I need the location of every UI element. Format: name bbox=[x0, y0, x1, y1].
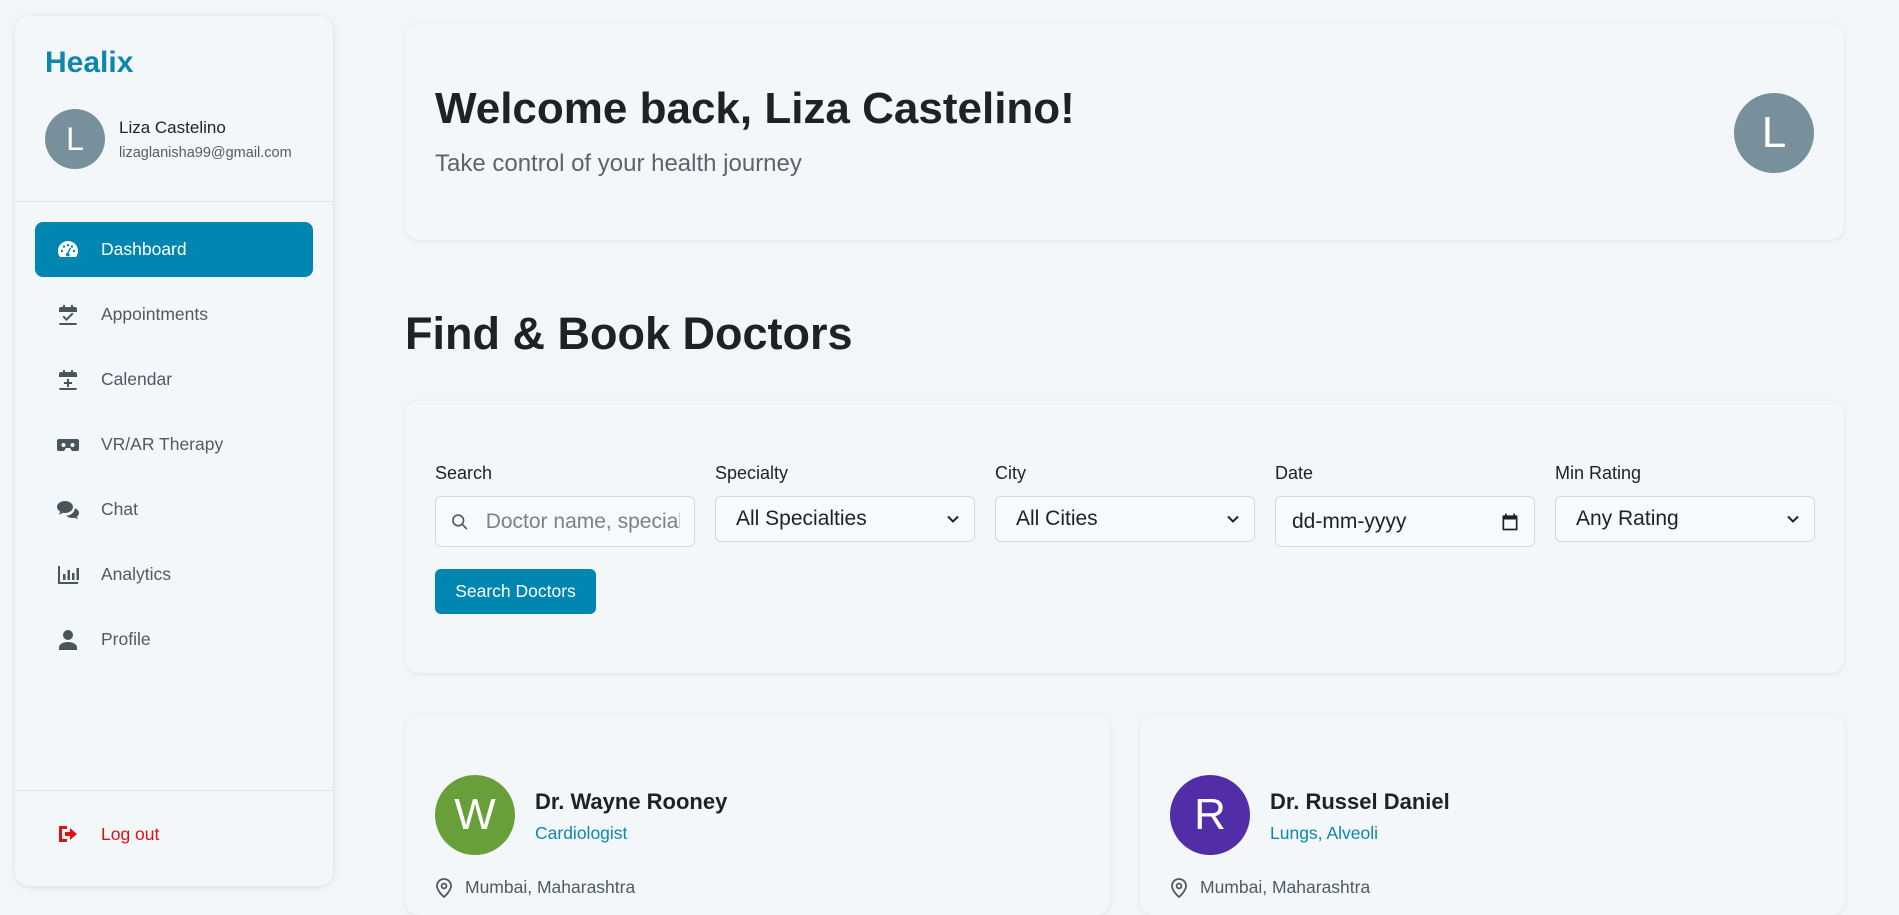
doctor-name: Dr. Wayne Rooney bbox=[535, 789, 728, 814]
sidebar-item-label: Profile bbox=[101, 629, 151, 649]
bar-chart-icon bbox=[55, 562, 81, 588]
sidebar-item-calendar[interactable]: Calendar bbox=[35, 352, 313, 407]
rating-field: Min Rating Any Rating bbox=[1555, 463, 1815, 542]
search-icon bbox=[452, 513, 468, 529]
date-label: Date bbox=[1275, 463, 1314, 483]
sidebar-item-label: Analytics bbox=[101, 564, 172, 584]
sidebar-item-dashboard[interactable]: Dashboard bbox=[35, 222, 313, 277]
specialty-label: Specialty bbox=[715, 463, 789, 483]
sidebar-item-label: Appointments bbox=[101, 304, 209, 324]
calendar-plus-icon bbox=[55, 367, 81, 393]
sidebar-item-profile[interactable]: Profile bbox=[35, 612, 313, 667]
doctor-specialty: Lungs, Alveoli bbox=[1270, 823, 1378, 843]
sidebar-item-label: VR/AR Therapy bbox=[101, 434, 224, 454]
specialty-field: Specialty All Specialties bbox=[715, 463, 975, 542]
user-card: L Liza Castelino lizaglanisha99@gmail.co… bbox=[15, 102, 333, 176]
date-field: Date dd-mm-yyyy bbox=[1275, 463, 1535, 547]
section-title: Find & Book Doctors bbox=[405, 308, 853, 359]
logout-button[interactable]: Log out bbox=[35, 821, 313, 847]
doctor-location: Mumbai, Maharashtra bbox=[1170, 877, 1370, 898]
doctor-search-filters: Search Doctor name, special Specialty Al… bbox=[405, 401, 1844, 673]
specialty-value: All Specialties bbox=[736, 507, 867, 530]
welcome-subtitle: Take control of your health journey bbox=[435, 150, 802, 177]
rating-select[interactable]: Any Rating bbox=[1555, 496, 1815, 542]
doctor-card[interactable]: W Dr. Wayne Rooney Cardiologist Mumbai, … bbox=[405, 715, 1110, 915]
search-placeholder: Doctor name, special bbox=[485, 509, 680, 533]
search-input[interactable]: Doctor name, special bbox=[435, 496, 695, 547]
sidebar-item-vr-ar-therapy[interactable]: VR/AR Therapy bbox=[35, 417, 313, 472]
logout-label: Log out bbox=[101, 823, 160, 844]
user-icon bbox=[55, 627, 81, 653]
chevron-down-icon bbox=[947, 515, 959, 523]
calendar-check-icon bbox=[55, 302, 81, 328]
map-pin-icon bbox=[1171, 877, 1187, 898]
search-doctors-button[interactable]: Search Doctors bbox=[435, 569, 596, 614]
date-placeholder: dd-mm-yyyy bbox=[1292, 509, 1407, 533]
user-name: Liza Castelino bbox=[119, 117, 226, 137]
dashboard-gauge-icon bbox=[55, 237, 81, 263]
date-input[interactable]: dd-mm-yyyy bbox=[1275, 496, 1535, 547]
rating-value: Any Rating bbox=[1576, 507, 1679, 530]
search-label: Search bbox=[435, 463, 493, 483]
chat-bubbles-icon bbox=[55, 497, 81, 523]
chevron-down-icon bbox=[1787, 515, 1799, 523]
doctor-location: Mumbai, Maharashtra bbox=[435, 877, 635, 898]
map-pin-icon bbox=[436, 877, 452, 898]
sidebar: Healix L Liza Castelino lizaglanisha99@g… bbox=[15, 16, 333, 886]
vr-headset-icon bbox=[55, 432, 81, 458]
city-select[interactable]: All Cities bbox=[995, 496, 1255, 542]
city-label: City bbox=[995, 463, 1026, 483]
sidebar-item-label: Calendar bbox=[101, 369, 173, 389]
specialty-select[interactable]: All Specialties bbox=[715, 496, 975, 542]
sidebar-nav: Dashboard Appointments Calendar VR/AR Th… bbox=[15, 202, 333, 790]
calendar-picker-icon[interactable] bbox=[1500, 512, 1520, 532]
logout-icon bbox=[55, 821, 81, 847]
welcome-title: Welcome back, Liza Castelino! bbox=[435, 84, 1075, 133]
user-email: lizaglanisha99@gmail.com bbox=[119, 144, 292, 161]
header-avatar[interactable]: L bbox=[1734, 93, 1814, 173]
welcome-card: Welcome back, Liza Castelino! Take contr… bbox=[405, 24, 1844, 240]
brand-logo[interactable]: Healix bbox=[15, 16, 333, 102]
city-field: City All Cities bbox=[995, 463, 1255, 542]
sidebar-item-analytics[interactable]: Analytics bbox=[35, 547, 313, 602]
sidebar-item-appointments[interactable]: Appointments bbox=[35, 287, 313, 342]
sidebar-item-label: Chat bbox=[101, 499, 138, 519]
doctor-avatar: W bbox=[435, 775, 515, 855]
sidebar-item-chat[interactable]: Chat bbox=[35, 482, 313, 537]
search-field: Search Doctor name, special bbox=[435, 463, 695, 547]
sidebar-item-label: Dashboard bbox=[101, 239, 187, 259]
city-value: All Cities bbox=[1016, 507, 1098, 530]
doctor-card[interactable]: R Dr. Russel Daniel Lungs, Alveoli Mumba… bbox=[1140, 715, 1845, 915]
doctor-avatar: R bbox=[1170, 775, 1250, 855]
doctor-specialty: Cardiologist bbox=[535, 823, 628, 843]
chevron-down-icon bbox=[1227, 515, 1239, 523]
doctor-location-text: Mumbai, Maharashtra bbox=[1200, 877, 1371, 897]
doctor-name: Dr. Russel Daniel bbox=[1270, 789, 1450, 814]
user-avatar: L bbox=[45, 109, 105, 169]
logout-section: Log out bbox=[15, 790, 333, 886]
doctor-location-text: Mumbai, Maharashtra bbox=[465, 877, 636, 897]
rating-label: Min Rating bbox=[1555, 463, 1642, 483]
